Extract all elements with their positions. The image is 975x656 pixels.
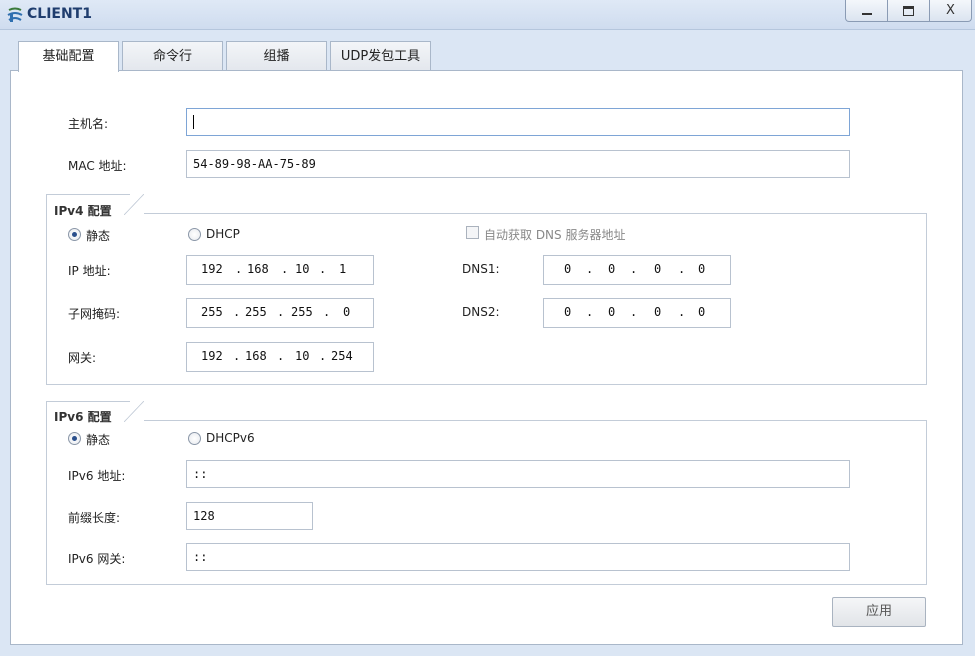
subnet-mask-label: 子网掩码: — [68, 307, 121, 321]
ipv6-static-label: 静态 — [86, 433, 111, 447]
hostname-label: 主机名: — [68, 117, 109, 131]
ip-address-field[interactable]: 192. 168. 10. 1 — [186, 255, 374, 285]
window-title: CLIENT1 — [27, 6, 92, 22]
app-icon — [7, 7, 23, 22]
dns2-label: DNS2: — [462, 305, 500, 319]
hostname-input[interactable] — [186, 108, 850, 136]
ipv4-group-title: IPv4 配置 — [54, 204, 112, 218]
auto-dns-checkbox[interactable] — [466, 226, 479, 239]
ipv6-static-radio[interactable] — [68, 432, 81, 445]
ipv6-address-field[interactable]: :: — [186, 460, 850, 488]
ipv6-gateway-label: IPv6 网关: — [68, 552, 126, 566]
dns2-field[interactable]: 0. 0. 0. 0 — [543, 298, 731, 328]
mac-label: MAC 地址: — [68, 159, 127, 173]
title-bar[interactable]: CLIENT1 X — [0, 0, 975, 30]
ipv6-dhcpv6-radio[interactable] — [188, 432, 201, 445]
tab-label: UDP发包工具 — [340, 49, 421, 64]
subnet-mask-field[interactable]: 255. 255. 255. 0 — [186, 298, 374, 328]
maximize-icon — [903, 5, 914, 16]
apply-button[interactable]: 应用 — [832, 597, 926, 627]
minimize-button[interactable] — [845, 0, 888, 22]
tab-label: 组播 — [263, 49, 290, 64]
gateway-field[interactable]: 192. 168. 10. 254 — [186, 342, 374, 372]
tab-command-line[interactable]: 命令行 — [122, 41, 223, 71]
ipv6-group-title: IPv6 配置 — [54, 410, 112, 424]
mac-field[interactable]: 54-89-98-AA-75-89 — [186, 150, 850, 178]
ipv4-static-label: 静态 — [86, 229, 111, 243]
prefix-length-label: 前缀长度: — [68, 511, 121, 525]
ipv6-address-label: IPv6 地址: — [68, 469, 126, 483]
close-button[interactable]: X — [929, 0, 972, 22]
tab-udp-tool[interactable]: UDP发包工具 — [330, 41, 431, 71]
ipv6-gateway-field[interactable]: :: — [186, 543, 850, 571]
tab-multicast[interactable]: 组播 — [226, 41, 327, 71]
dns1-field[interactable]: 0. 0. 0. 0 — [543, 255, 731, 285]
prefix-length-field[interactable]: 128 — [186, 502, 313, 530]
ipv4-dhcp-radio[interactable] — [188, 228, 201, 241]
ipv6-dhcpv6-label: DHCPv6 — [206, 431, 255, 445]
gateway-label: 网关: — [68, 351, 97, 365]
tab-label: 基础配置 — [42, 49, 95, 64]
ipv4-static-radio[interactable] — [68, 228, 81, 241]
auto-dns-label: 自动获取 DNS 服务器地址 — [484, 228, 626, 242]
tab-label: 命令行 — [152, 49, 192, 64]
tab-basic-config[interactable]: 基础配置 — [18, 41, 119, 72]
maximize-button[interactable] — [887, 0, 930, 22]
dns1-label: DNS1: — [462, 262, 500, 276]
text-caret — [193, 114, 194, 129]
ip-label: IP 地址: — [68, 264, 111, 278]
ipv4-dhcp-label: DHCP — [206, 227, 240, 241]
minimize-icon — [861, 13, 872, 15]
close-icon: X — [946, 3, 955, 18]
